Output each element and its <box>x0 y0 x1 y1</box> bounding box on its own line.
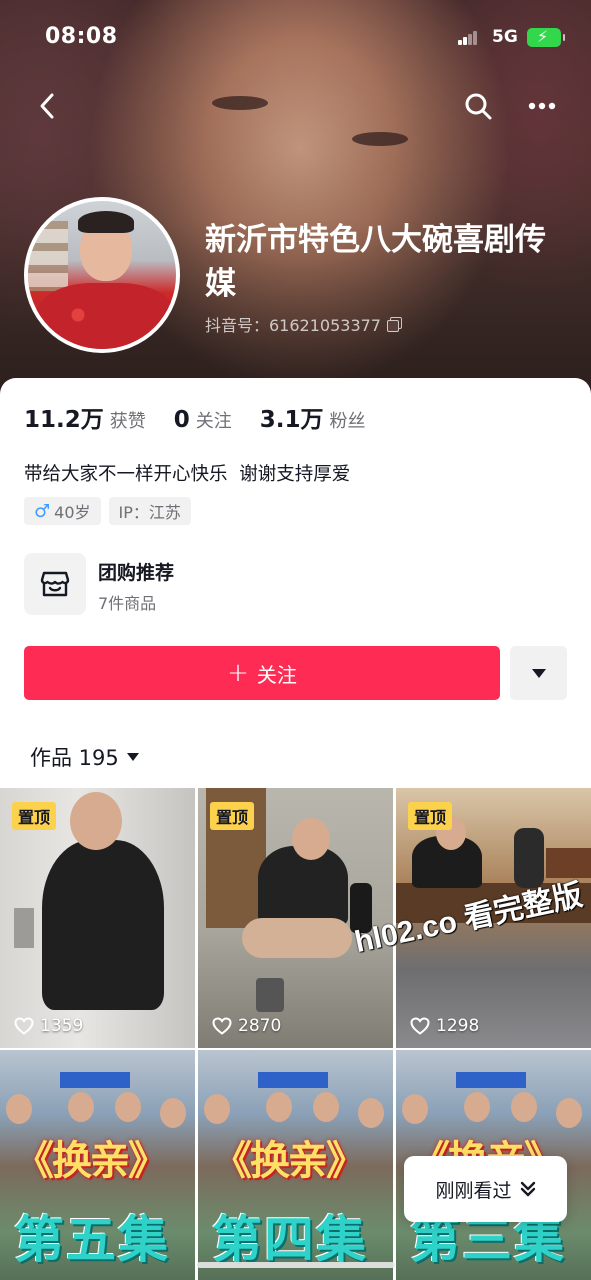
douyin-id-row[interactable]: 抖音号：61621053377 <box>205 312 402 336</box>
stat-value: 11.2万 <box>24 407 104 433</box>
status-bar: 08:08 5G ⚡ <box>0 0 591 70</box>
chevron-left-icon <box>40 93 54 119</box>
episode-number: 第五集 <box>14 1210 170 1269</box>
stat-followers[interactable]: 3.1万 粉丝 <box>260 400 366 434</box>
ip-text: IP：江苏 <box>118 503 181 522</box>
stat-label: 粉丝 <box>329 411 366 432</box>
video-tile[interactable]: 《换亲》 第四集 <box>198 1050 393 1280</box>
profile-cover: 08:08 5G ⚡ 新沂市特色八大碗喜剧传媒 抖音号：61621053377 <box>0 0 591 400</box>
home-indicator[interactable] <box>197 1262 395 1268</box>
back-button[interactable] <box>28 86 68 126</box>
like-count: 1359 <box>14 1016 83 1036</box>
search-icon <box>465 93 492 120</box>
profile-tags: ♂ 40岁 IP：江苏 <box>24 497 191 525</box>
heart-icon <box>14 1017 34 1035</box>
more-button[interactable] <box>522 86 562 126</box>
battery-icon: ⚡ <box>527 27 565 47</box>
heart-icon <box>410 1017 430 1035</box>
age-text: 40岁 <box>54 503 91 522</box>
double-chevron-down-icon <box>520 1181 535 1197</box>
age-tag: ♂ 40岁 <box>24 497 101 525</box>
video-tile[interactable]: 《换亲》 第五集 <box>0 1050 195 1280</box>
recommend-dropdown-button[interactable] <box>510 646 567 700</box>
follow-button[interactable]: + 关注 <box>24 646 500 700</box>
like-count: 2870 <box>212 1016 281 1036</box>
pinned-badge: 置顶 <box>408 802 453 830</box>
like-count-text: 1298 <box>436 1016 480 1036</box>
male-icon: ♂ <box>34 500 51 522</box>
like-count-text: 2870 <box>238 1016 282 1036</box>
recently-watched-button[interactable]: 刚刚看过 <box>404 1156 567 1222</box>
network-type: 5G <box>492 27 518 47</box>
stat-label: 获赞 <box>109 411 146 432</box>
works-tab[interactable]: 作品 195 <box>30 742 139 772</box>
copy-icon[interactable] <box>386 317 402 332</box>
stat-value: 0 <box>173 407 190 433</box>
pinned-badge: 置顶 <box>210 802 255 830</box>
triangle-down-icon <box>126 753 139 761</box>
stat-value: 3.1万 <box>259 407 324 433</box>
episode-title: 《换亲》 <box>14 1137 168 1184</box>
stat-likes[interactable]: 11.2万 获赞 <box>24 400 146 434</box>
avatar[interactable] <box>24 197 180 353</box>
stat-label: 关注 <box>195 411 232 432</box>
signal-icon <box>458 31 478 45</box>
episode-title: 《换亲》 <box>212 1137 366 1184</box>
profile-nickname: 新沂市特色八大碗喜剧传媒 <box>205 222 546 302</box>
shop-title: 团购推荐 <box>98 562 175 584</box>
more-icon <box>528 102 556 110</box>
search-button[interactable] <box>458 86 498 126</box>
triangle-down-icon <box>531 668 546 678</box>
profile-info-sheet: 11.2万 获赞 0 关注 3.1万 粉丝 带给大家不一样开心快乐 谢谢支持厚爱… <box>0 378 591 788</box>
like-count-text: 1359 <box>40 1016 84 1036</box>
stat-following[interactable]: 0 关注 <box>174 407 232 433</box>
pinned-badge: 置顶 <box>12 802 57 830</box>
profile-bio: 带给大家不一样开心快乐 谢谢支持厚爱 <box>24 464 351 485</box>
status-time: 08:08 <box>45 24 118 49</box>
ip-tag: IP：江苏 <box>108 497 191 525</box>
like-count: 1298 <box>410 1016 479 1036</box>
group-buy-entry[interactable]: 团购推荐 7件商品 <box>24 553 324 617</box>
follow-label: 关注 <box>256 662 297 687</box>
douyin-id: 抖音号：61621053377 <box>205 316 381 335</box>
shop-subtitle: 7件商品 <box>98 594 157 613</box>
heart-icon <box>212 1017 232 1035</box>
video-tile[interactable]: 置顶 1359 <box>0 788 195 1048</box>
plus-icon: + <box>227 658 249 688</box>
stats-row: 11.2万 获赞 0 关注 3.1万 粉丝 <box>24 400 394 434</box>
shop-icon <box>24 553 86 615</box>
recently-watched-label: 刚刚看过 <box>435 1179 512 1202</box>
works-label: 作品 195 <box>30 746 119 770</box>
